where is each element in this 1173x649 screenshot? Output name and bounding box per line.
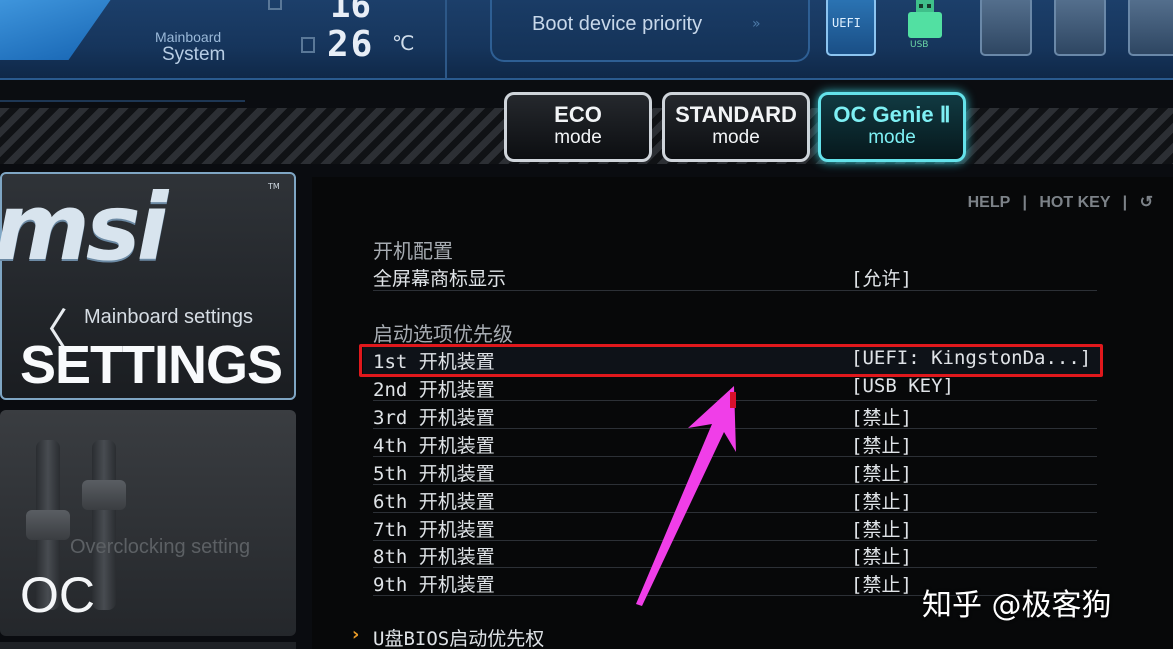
uefi-device-label: UEFI <box>832 16 861 30</box>
oc-genie-mode-title: OC Genie Ⅱ <box>833 102 951 127</box>
slider-track-2 <box>92 440 116 610</box>
standard-mode-title: STANDARD <box>675 102 797 127</box>
mainboard-settings-label: Mainboard settings <box>84 306 253 328</box>
pointer-arrow-annotation <box>636 386 736 606</box>
boot-device-9-label[interactable]: 9th 开机装置 <box>373 570 495 597</box>
boot-device-3-value[interactable]: [禁止] <box>851 403 912 430</box>
boot-device-6-value[interactable]: [禁止] <box>851 487 912 514</box>
boot-device-6-label[interactable]: 6th 开机装置 <box>373 487 495 514</box>
boot-device-8-label[interactable]: 8th 开机装置 <box>373 542 495 569</box>
boot-priority-heading: 启动选项优先级 <box>373 322 513 346</box>
hot-key-link[interactable]: HOT KEY <box>1039 194 1110 211</box>
empty-device-1[interactable] <box>980 0 1032 56</box>
trademark-mark: TM <box>268 182 280 191</box>
temp-unit: ℃ <box>392 31 415 55</box>
standard-mode-subtitle: mode <box>712 127 760 148</box>
next-panel-edge <box>0 642 296 649</box>
oc-title: OC <box>20 567 95 623</box>
help-bar: HELP | HOT KEY | ↺ <box>960 192 1153 212</box>
overclocking-setting-label: Overclocking setting <box>70 536 251 558</box>
cpu-temp-value: 16 <box>330 0 371 26</box>
chevron-right-icon: › <box>352 624 360 645</box>
boot-device-5-label[interactable]: 5th 开机装置 <box>373 459 495 486</box>
boot-device-3-label[interactable]: 3rd 开机装置 <box>373 403 495 430</box>
help-link[interactable]: HELP <box>968 194 1010 211</box>
mainboard-label: Mainboard <box>155 29 222 45</box>
empty-device-2[interactable] <box>1054 0 1106 56</box>
boot-device-2-label[interactable]: 2nd 开机装置 <box>373 375 495 402</box>
boot-device-5-value[interactable]: [禁止] <box>851 459 912 486</box>
boot-device-2-value[interactable]: [USB KEY] <box>851 375 954 397</box>
eco-mode-button[interactable]: ECO mode <box>504 92 652 162</box>
oc-genie-mode-button[interactable]: OC Genie Ⅱ mode <box>818 92 966 162</box>
eco-mode-title: ECO <box>554 102 602 127</box>
boot-priority-chevron-icon: » <box>752 16 761 32</box>
back-icon[interactable]: ↺ <box>1140 194 1153 211</box>
settings-title: SETTINGS <box>20 335 283 395</box>
help-separator-2: | <box>1122 194 1128 211</box>
slider-knob-2 <box>82 480 126 510</box>
eco-mode-subtitle: mode <box>554 127 602 148</box>
msi-logo: msi <box>0 174 168 281</box>
slider-knob-1 <box>26 510 70 540</box>
cpu-temp-icon <box>268 0 282 10</box>
boot-device-4-label[interactable]: 4th 开机装置 <box>373 431 495 458</box>
system-temp-value: 26 <box>327 24 375 65</box>
header-accent-line <box>0 100 245 102</box>
boot-device-8-value[interactable]: [禁止] <box>851 542 912 569</box>
boot-config-heading: 开机配置 <box>373 239 453 263</box>
boot-device-9-value[interactable]: [禁止] <box>851 570 912 597</box>
help-separator-1: | <box>1022 194 1027 211</box>
topbar-divider <box>445 0 447 80</box>
fullscreen-logo-value[interactable]: [允许] <box>851 264 912 291</box>
fullscreen-logo-label[interactable]: 全屏幕商标显示 <box>373 264 506 291</box>
empty-device-3[interactable] <box>1128 0 1173 56</box>
system-temp-icon <box>301 37 315 53</box>
boot-device-7-value[interactable]: [禁止] <box>851 515 912 542</box>
selected-row-highlight <box>359 344 1103 377</box>
row-divider <box>373 290 1097 291</box>
boot-device-7-label[interactable]: 7th 开机装置 <box>373 515 495 542</box>
boot-priority-label: Boot device priority <box>532 13 703 35</box>
watermark-text: 知乎 @极客狗 <box>922 588 1112 623</box>
system-label: System <box>162 44 226 65</box>
boot-device-4-value[interactable]: [禁止] <box>851 431 912 458</box>
standard-mode-button[interactable]: STANDARD mode <box>662 92 810 162</box>
usb-drive-icon[interactable] <box>902 0 948 42</box>
oc-genie-mode-subtitle: mode <box>868 127 916 148</box>
usb-device-label: USB <box>910 40 929 50</box>
usb-bios-priority-item[interactable]: U盘BIOS启动优先权 <box>373 624 544 649</box>
